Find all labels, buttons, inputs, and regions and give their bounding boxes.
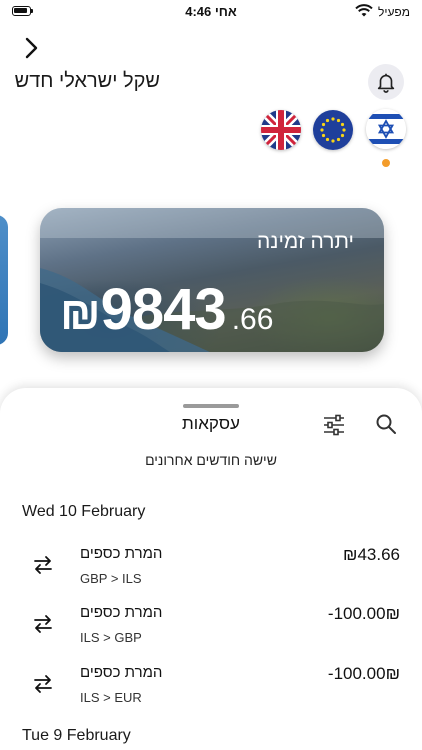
date-header: Tue 9 February [22, 727, 131, 744]
wifi-icon [355, 4, 373, 17]
carrier-label: מפעיל [377, 5, 410, 19]
search-icon[interactable] [374, 412, 398, 436]
eu-flag-icon [313, 110, 353, 150]
bell-icon [377, 73, 395, 93]
currency-symbol: ₪ [60, 287, 101, 339]
sheet-drag-handle[interactable] [183, 404, 239, 408]
notifications-button[interactable] [368, 64, 404, 100]
balance-amount: ₪9843.66 [60, 276, 273, 343]
balance-label: יתרה זמינה [256, 230, 354, 253]
transaction-title: המרת כספים [80, 664, 163, 681]
transaction-pair: GBP > ILS [80, 571, 142, 586]
transaction-amount: ₪43.66 [343, 545, 400, 564]
transaction-title: המרת כספים [80, 604, 163, 621]
transaction-pair: ILS > EUR [80, 690, 142, 705]
transaction-row[interactable]: המרת כספים GBP > ILS ₪43.66 [0, 545, 422, 601]
period-filter-label[interactable]: שישה חודשים אחרונים [0, 452, 422, 468]
page-title: שקל ישראלי חדש [15, 70, 160, 93]
amount-integer: 9843 [100, 277, 227, 342]
uk-flag-icon [261, 110, 301, 150]
previous-card-peek[interactable] [0, 215, 8, 345]
date-header: Wed 10 February [22, 503, 146, 520]
sheet-title: עסקאות [182, 414, 240, 433]
transaction-pair: ILS > GBP [80, 630, 142, 645]
filter-sliders-icon[interactable] [321, 412, 347, 438]
selected-indicator [382, 159, 390, 167]
status-bar: 4:46 אחי מפעיל [0, 0, 422, 24]
exchange-arrows-icon [34, 556, 52, 574]
flag-eu-button[interactable] [313, 110, 353, 150]
balance-card[interactable]: יתרה זמינה ₪9843.66 [40, 208, 384, 352]
amount-decimal: .66 [231, 303, 274, 336]
exchange-arrows-icon [34, 675, 52, 693]
exchange-arrows-icon [34, 615, 52, 633]
transaction-title: המרת כספים [80, 545, 163, 562]
chevron-back-icon[interactable] [20, 36, 44, 60]
israel-flag-icon [366, 109, 406, 149]
flag-uk-button[interactable] [261, 110, 301, 150]
currency-name: שקל ישראלי חדש [14, 70, 160, 92]
transaction-row[interactable]: המרת כספים ILS > EUR -100.00₪ [0, 664, 422, 720]
transaction-amount: -100.00₪ [327, 604, 400, 623]
transaction-amount: -100.00₪ [327, 664, 400, 683]
transaction-row[interactable]: המרת כספים ILS > GBP -100.00₪ [0, 604, 422, 660]
flag-israel-button[interactable] [366, 109, 406, 149]
